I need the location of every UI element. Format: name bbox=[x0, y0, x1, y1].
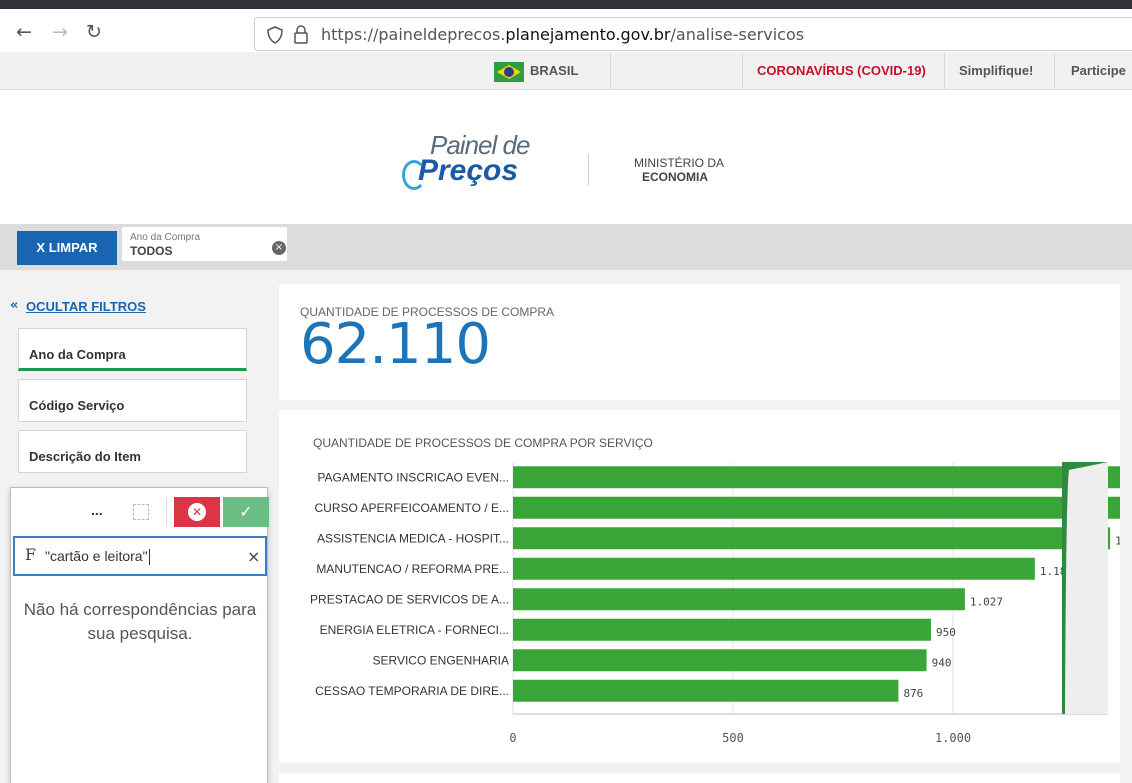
fuzzy-search-icon: F bbox=[25, 545, 37, 564]
ministerio-line1: MINISTÉRIO DA bbox=[634, 156, 725, 170]
bar[interactable] bbox=[513, 527, 1111, 550]
confirm-selection-button[interactable]: ✓ bbox=[223, 497, 269, 527]
category-label[interactable]: MANUTENCAO / REFORMA PRE... bbox=[316, 562, 509, 576]
simplifique-link[interactable]: Simplifique! bbox=[944, 52, 1054, 90]
clear-search-icon[interactable]: × bbox=[247, 547, 260, 566]
text-caret bbox=[148, 549, 150, 566]
ministerio-line2: ECONOMIA bbox=[642, 170, 708, 184]
category-label[interactable]: CURSO APERFEICOAMENTO / E... bbox=[315, 501, 509, 515]
back-icon[interactable]: ← bbox=[16, 21, 32, 43]
chip-label: Ano da Compra bbox=[130, 232, 201, 243]
gov-spacer bbox=[610, 52, 742, 90]
close-icon[interactable]: × bbox=[272, 241, 286, 255]
data-label: 940 bbox=[932, 656, 952, 669]
chip-value: TODOS bbox=[130, 244, 173, 258]
next-card-edge bbox=[279, 773, 1120, 783]
lock-icon bbox=[294, 25, 308, 44]
data-label: 950 bbox=[936, 626, 956, 639]
bar[interactable] bbox=[513, 649, 927, 672]
bar[interactable] bbox=[513, 496, 1120, 519]
mini-chart-background bbox=[1063, 462, 1108, 714]
close-circle-icon: ✕ bbox=[188, 503, 206, 521]
gov-bar: BRASIL CORONAVÍRUS (COVID-19) Simplifiqu… bbox=[0, 52, 1132, 90]
filter-codigo-servico[interactable]: Código Serviço bbox=[18, 379, 247, 422]
selection-bar: X LIMPAR Ano da Compra TODOS × bbox=[0, 224, 1132, 270]
category-label[interactable]: ENERGIA ELETRICA - FORNECI... bbox=[320, 623, 509, 637]
bar[interactable] bbox=[513, 679, 899, 702]
reload-icon[interactable]: ↻ bbox=[86, 21, 102, 43]
hide-filters-link[interactable]: « OCULTAR FILTROS bbox=[10, 298, 146, 314]
url-path: /analise-servicos bbox=[670, 25, 805, 44]
participe-link[interactable]: Participe bbox=[1054, 52, 1132, 90]
shield-icon bbox=[267, 26, 283, 44]
no-match-message: Não há correspondências para sua pesquis… bbox=[23, 600, 257, 643]
brazil-flag-icon bbox=[494, 62, 524, 82]
url-prefix: https://paineldeprecos. bbox=[321, 25, 506, 44]
data-label: 1.357 bbox=[1115, 534, 1120, 547]
x-tick-label: 1.000 bbox=[935, 731, 971, 745]
hide-filters-label: OCULTAR FILTROS bbox=[26, 299, 146, 314]
selection-chip-ano[interactable]: Ano da Compra TODOS × bbox=[122, 227, 287, 261]
category-label[interactable]: PRESTACAO DE SERVICOS DE A... bbox=[310, 592, 509, 606]
x-tick-label: 0 bbox=[509, 731, 516, 745]
bar[interactable] bbox=[513, 466, 1120, 489]
kpi-value: 62.110 bbox=[300, 312, 491, 377]
url-domain: planejamento.gov.br bbox=[505, 25, 671, 44]
select-possible-icon[interactable] bbox=[133, 504, 149, 520]
toolbar-divider bbox=[166, 498, 167, 526]
search-value[interactable]: "cartão e leitora" bbox=[45, 548, 150, 566]
forward-icon[interactable]: → bbox=[52, 21, 68, 43]
browser-toolbar: ← → ↻ https://paineldeprecos.planejament… bbox=[0, 0, 1132, 52]
covid-link[interactable]: CORONAVÍRUS (COVID-19) bbox=[742, 52, 944, 90]
category-label[interactable]: PAGAMENTO INSCRICAO EVEN... bbox=[317, 470, 509, 484]
category-label[interactable]: SERVICO ENGENHARIA bbox=[373, 653, 509, 667]
ministerio-logo: MINISTÉRIO DA ECONOMIA bbox=[634, 156, 724, 184]
kpi-card: QUANTIDADE DE PROCESSOS DE COMPRA 62.110 bbox=[279, 284, 1120, 400]
bar[interactable] bbox=[513, 588, 965, 611]
search-value-text: "cartão e leitora" bbox=[45, 548, 148, 564]
listbox-search-popup: ... ✕ ✓ F "cartão e leitora" × Não há co… bbox=[10, 487, 269, 783]
search-input[interactable]: F "cartão e leitora" × bbox=[13, 536, 267, 576]
filter-ano-da-compra[interactable]: Ano da Compra bbox=[18, 328, 247, 371]
logo-text-precos: Preços bbox=[418, 154, 519, 187]
bar-chart-card: QUANTIDADE DE PROCESSOS DE COMPRA POR SE… bbox=[279, 410, 1120, 763]
data-label: 1.027 bbox=[970, 595, 1003, 608]
check-icon: ✓ bbox=[239, 502, 253, 521]
filter-descricao-item[interactable]: Descrição do Item bbox=[18, 430, 247, 473]
bar[interactable] bbox=[513, 557, 1035, 580]
cancel-selection-button[interactable]: ✕ bbox=[174, 497, 220, 527]
more-options-icon[interactable]: ... bbox=[91, 502, 103, 518]
bar[interactable] bbox=[513, 618, 931, 641]
category-label[interactable]: CESSAO TEMPORARIA DE DIRE... bbox=[315, 684, 509, 698]
category-label[interactable]: ASSISTENCIA MEDICA - HOSPIT... bbox=[317, 531, 509, 545]
bar-chart[interactable]: 05001.0001.5002.0002.500PAGAMENTO INSCRI… bbox=[279, 410, 1120, 763]
site-header: Painel de Preços MINISTÉRIO DA ECONOMIA bbox=[0, 90, 1132, 224]
logo-divider bbox=[588, 154, 589, 186]
brasil-label: BRASIL bbox=[530, 63, 579, 78]
x-tick-label: 500 bbox=[722, 731, 744, 745]
url-text: https://paineldeprecos.planejamento.gov.… bbox=[321, 25, 804, 44]
url-bar[interactable]: https://paineldeprecos.planejamento.gov.… bbox=[254, 17, 1132, 51]
clear-filters-button[interactable]: X LIMPAR bbox=[17, 231, 117, 265]
data-label: 876 bbox=[903, 687, 923, 700]
double-chevron-left-icon: « bbox=[10, 298, 19, 313]
